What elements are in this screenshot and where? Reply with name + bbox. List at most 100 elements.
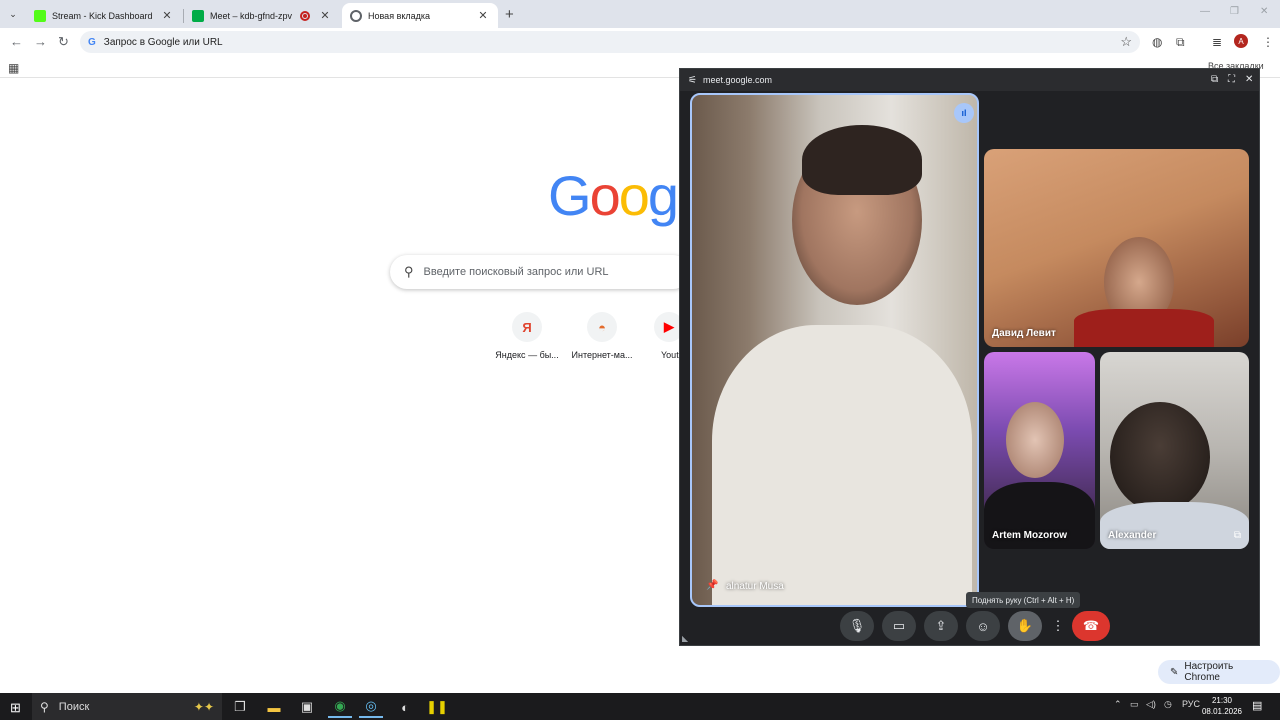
sparkle-icon: ✦✦ xyxy=(193,699,214,714)
bookmark-star-icon[interactable]: ☆ xyxy=(1120,34,1132,50)
speaking-indicator-icon: ıl xyxy=(954,103,974,123)
close-icon[interactable]: ✕ xyxy=(476,9,490,22)
end-call-icon: ☎ xyxy=(1082,618,1100,633)
more-vert-icon: ⋮ xyxy=(1051,618,1065,633)
taskbar-search-label: Поиск xyxy=(58,700,90,713)
google-logo: Goog xyxy=(548,163,679,228)
restore-button[interactable]: ❐ xyxy=(1230,6,1239,17)
customize-chrome-button[interactable]: ✎ Настроить Chrome xyxy=(1158,660,1280,684)
site-settings-icon[interactable]: ⚟ xyxy=(688,75,697,86)
tab-title: Stream - Kick Dashboard xyxy=(52,10,153,21)
shortcut-label: Яндекс — бы... xyxy=(495,350,559,360)
shortcut-yandex[interactable]: Я Яндекс — бы... xyxy=(492,312,562,360)
video-tile-main[interactable]: ıl 📌 alnatur Musa xyxy=(690,93,979,607)
microphone-icon: 🎙 xyxy=(848,618,866,633)
translate-icon[interactable]: ◍ xyxy=(1152,35,1162,49)
tab-new-tab[interactable]: Новая вкладка ✕ xyxy=(342,3,498,28)
task-view-icon[interactable]: ❐ xyxy=(228,696,252,718)
camera-button[interactable]: ▭ xyxy=(882,611,916,641)
menu-icon[interactable]: ⋮ xyxy=(1262,35,1274,49)
rainbow-icon: ◓ xyxy=(587,312,617,342)
new-tab-button[interactable]: + xyxy=(505,6,514,23)
omnibox[interactable]: G Запрос в Google или URL ☆ xyxy=(80,31,1140,53)
clock[interactable]: 21:30 08.01.2026 xyxy=(1200,695,1244,717)
terminal-icon[interactable]: ▣ xyxy=(295,696,319,718)
hand-icon: ✋ xyxy=(1016,618,1034,633)
chrome-icon[interactable]: ◉ xyxy=(328,696,352,718)
microphone-button[interactable]: 🎙 xyxy=(840,611,874,641)
file-explorer-icon[interactable]: ▬ xyxy=(262,696,286,718)
back-to-tab-icon[interactable]: ⧉ xyxy=(1211,74,1218,85)
video-figure xyxy=(802,125,922,195)
window-close-button[interactable]: ✕ xyxy=(1260,6,1268,17)
extensions-icon[interactable]: ⧉ xyxy=(1176,35,1185,50)
more-options-button[interactable]: ⋮ xyxy=(1050,611,1066,641)
reload-button[interactable]: ↻ xyxy=(58,34,69,50)
ntp-search-box[interactable]: ⚲ Введите поисковый запрос или URL xyxy=(390,255,690,289)
tab-title: Meet – kdb-gfnd-zpv xyxy=(210,10,293,21)
forward-button[interactable]: → xyxy=(34,34,47,49)
back-button[interactable]: ← xyxy=(10,34,23,49)
pip-url: meet.google.com xyxy=(702,75,773,85)
apps-grid-icon[interactable]: ▦ xyxy=(8,61,19,75)
network-icon[interactable]: ▭ xyxy=(1130,699,1139,710)
shortcut-internet-shop[interactable]: ◓ Интернет-ма... xyxy=(567,312,637,360)
meet-pip-window: ⚟ meet.google.com ⧉ ⛶ ✕ ıl 📌 alnatur Mus… xyxy=(679,68,1260,646)
windows-start-icon[interactable]: ⊞ xyxy=(10,700,21,716)
shortcut-label: Интернет-ма... xyxy=(571,350,633,360)
video-tile-artem[interactable]: Artem Mozorow xyxy=(984,352,1095,549)
raise-hand-button[interactable]: ✋ xyxy=(1008,611,1042,641)
pin-icon[interactable]: 📌 xyxy=(706,580,718,591)
clock-date: 08.01.2026 xyxy=(1201,707,1243,716)
customize-label: Настроить Chrome xyxy=(1184,661,1234,683)
present-icon: ⇪ xyxy=(935,618,947,633)
language-indicator[interactable]: РУС xyxy=(1182,699,1200,709)
emoji-icon: ☺ xyxy=(976,618,990,634)
participant-name: Artem Mozorow xyxy=(992,530,1067,541)
volume-icon[interactable]: ◁) xyxy=(1146,699,1156,710)
tray-overflow-icon[interactable]: ⌃ xyxy=(1114,699,1122,710)
search-icon: ⚲ xyxy=(404,264,414,279)
vpn-icon[interactable]: ◷ xyxy=(1164,699,1172,710)
video-tile-david[interactable]: Давид Левит xyxy=(984,149,1249,347)
app-icon[interactable]: ❚❚ xyxy=(425,696,449,718)
logo-letter: o xyxy=(589,164,621,227)
end-call-button[interactable]: ☎ xyxy=(1072,611,1110,641)
google-icon: G xyxy=(88,36,96,48)
obs-icon[interactable]: ◐ xyxy=(393,696,417,718)
logo-letter: o xyxy=(618,164,650,227)
expand-icon[interactable]: ⛶ xyxy=(1228,74,1235,85)
reactions-button[interactable]: ☺ xyxy=(966,611,1000,641)
tab-kick[interactable]: Stream - Kick Dashboard ✕ xyxy=(26,3,182,28)
shortcut-youtube[interactable]: ▶ Yout xyxy=(636,312,684,360)
steam-icon[interactable]: ◎ xyxy=(359,696,383,718)
video-figure xyxy=(1110,402,1210,512)
resize-handle-icon[interactable]: ◣ xyxy=(682,634,688,643)
taskbar: ⊞ ⚲ Поиск ✦✦ ❐ ▬ ▣ ◉ ◎ ◐ ❚❚ ⌃ ▭ ◁) ◷ РУС… xyxy=(0,693,1280,720)
omnibox-text: Запрос в Google или URL xyxy=(103,36,223,48)
video-tile-alexander[interactable]: Alexander ⧉ xyxy=(1100,352,1249,549)
tab-title: Новая вкладка xyxy=(368,10,431,21)
taskbar-search[interactable]: ⚲ Поиск ✦✦ xyxy=(32,693,222,720)
present-button[interactable]: ⇪ xyxy=(924,611,958,641)
video-figure xyxy=(712,325,972,605)
notifications-icon[interactable]: ▤ xyxy=(1252,699,1262,712)
close-icon[interactable]: ✕ xyxy=(160,9,174,22)
close-icon[interactable]: ✕ xyxy=(1245,74,1253,85)
meet-icon xyxy=(192,9,204,22)
call-controls: 🎙 ▭ ⇪ ☺ ✋ ⋮ ☎ xyxy=(840,609,1110,643)
media-controls-icon[interactable]: ≣ xyxy=(1212,35,1222,49)
tab-meet[interactable]: Meet – kdb-gfnd-zpv ✕ xyxy=(184,3,340,28)
profile-avatar[interactable]: A xyxy=(1234,34,1248,48)
raise-hand-tooltip: Поднять руку (Ctrl + Alt + H) xyxy=(966,592,1081,608)
screen-share-icon: ⧉ xyxy=(1233,530,1241,541)
clock-time: 21:30 xyxy=(1211,696,1233,705)
minimize-button[interactable]: — xyxy=(1200,6,1210,17)
logo-letter: G xyxy=(548,164,592,227)
video-figure xyxy=(1074,309,1214,347)
close-icon[interactable]: ✕ xyxy=(318,9,332,22)
search-icon: ⚲ xyxy=(40,699,49,714)
tab-search-button[interactable]: ⌄ xyxy=(5,6,21,22)
participant-name: Alexander xyxy=(1108,530,1157,541)
pencil-icon: ✎ xyxy=(1170,666,1179,678)
